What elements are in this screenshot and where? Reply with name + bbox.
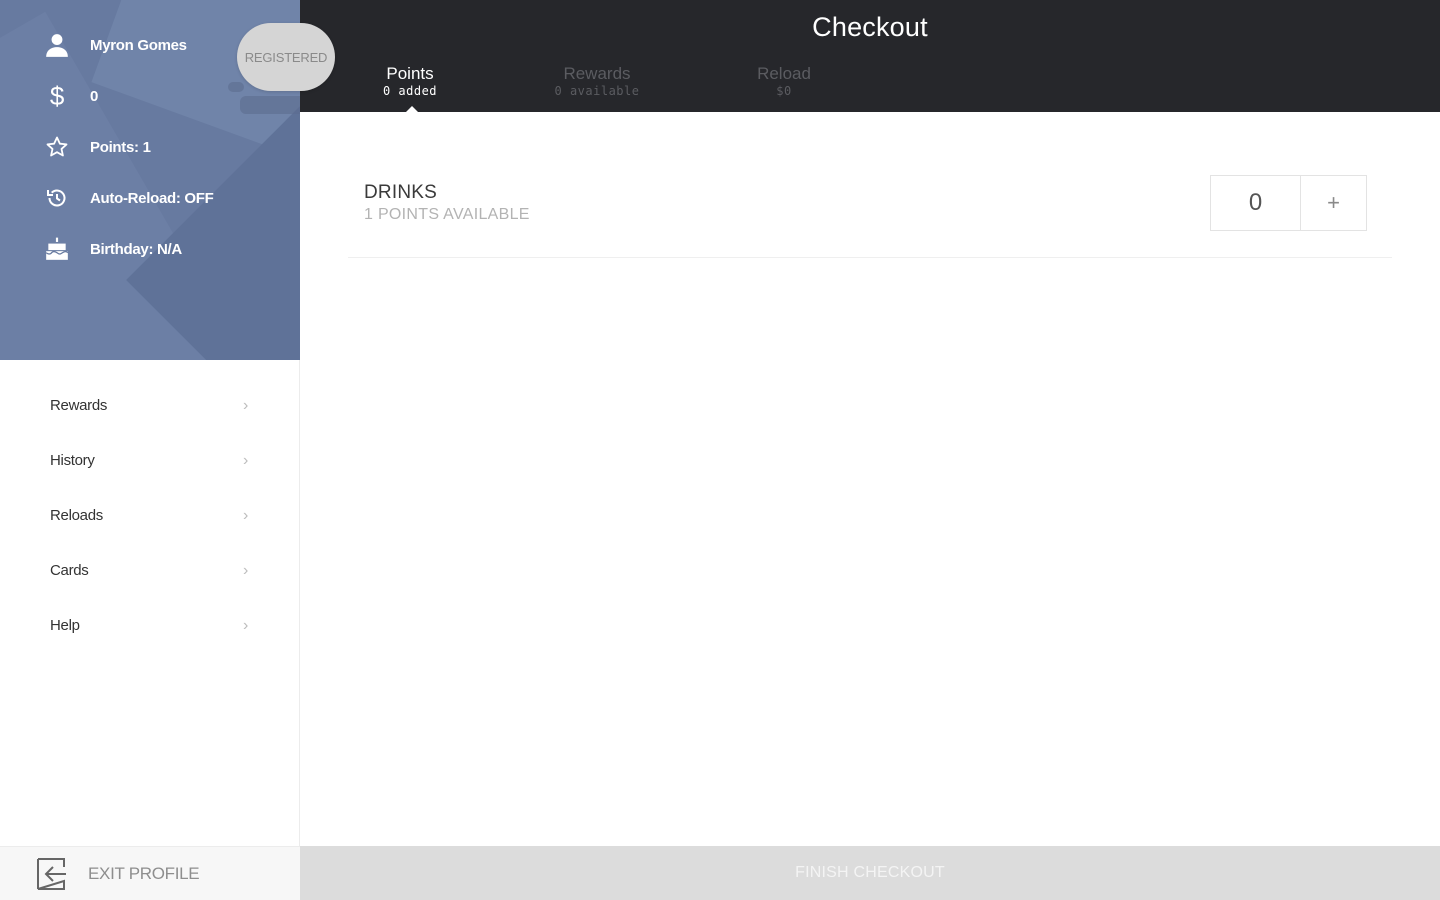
user-icon [42, 30, 72, 60]
profile-name: Myron Gomes [90, 36, 187, 54]
star-icon [42, 132, 72, 162]
chevron-right-icon: › [242, 396, 248, 414]
sidebar-item-label: Help [50, 617, 80, 634]
increment-button[interactable]: + [1301, 176, 1366, 230]
badge-decoration [228, 82, 244, 92]
tab-label: Reload [757, 64, 811, 83]
quantity-value: 0 [1211, 176, 1301, 230]
checkout-header: Checkout Points 0 added Rewards 0 availa… [300, 0, 1440, 112]
tab-label: Points [386, 64, 434, 83]
chevron-right-icon: › [242, 451, 248, 469]
chevron-right-icon: › [242, 616, 248, 634]
quantity-stepper: 0 + [1210, 175, 1367, 231]
tab-sublabel: 0 available [554, 84, 640, 98]
sidebar: Myron Gomes $ 0 Points: 1 Auto-Reload: O… [0, 0, 335, 900]
list-item: DRINKS 1 POINTS AVAILABLE 0 + [348, 172, 1392, 258]
profile-name-row: Myron Gomes [42, 30, 187, 60]
item-name: DRINKS [364, 182, 437, 203]
profile-balance: 0 [90, 87, 99, 105]
sidebar-item-label: Rewards [50, 397, 108, 414]
tab-points[interactable]: Points 0 added [340, 64, 480, 98]
profile-birthday: Birthday: N/A [90, 240, 182, 258]
badge-decoration [240, 96, 300, 114]
sidebar-item-help[interactable]: Help › [0, 598, 300, 653]
sidebar-item-history[interactable]: History › [0, 433, 300, 488]
chevron-right-icon: › [242, 561, 248, 579]
checkout-content: DRINKS 1 POINTS AVAILABLE 0 + [300, 112, 1440, 846]
tab-sublabel: $0 [776, 84, 792, 98]
cake-icon [42, 234, 72, 264]
profile-points: Points: 1 [90, 138, 151, 156]
registered-status-badge: REGISTERED [237, 23, 335, 91]
sidebar-item-label: Cards [50, 562, 89, 579]
profile-birthday-row: Birthday: N/A [42, 234, 182, 264]
exit-profile-button[interactable]: EXIT PROFILE [0, 846, 300, 900]
profile-balance-row: $ 0 [42, 81, 98, 111]
exit-profile-label: EXIT PROFILE [88, 863, 200, 883]
tab-reload[interactable]: Reload $0 [714, 64, 854, 98]
item-points-available: 1 POINTS AVAILABLE [364, 206, 530, 223]
tab-rewards[interactable]: Rewards 0 available [527, 64, 667, 98]
history-icon [42, 183, 72, 213]
sidebar-item-label: Reloads [50, 507, 103, 524]
sidebar-item-label: History [50, 452, 95, 469]
chevron-right-icon: › [242, 506, 248, 524]
exit-icon [32, 855, 70, 893]
sidebar-item-cards[interactable]: Cards › [0, 543, 300, 598]
profile-autoreload-row: Auto-Reload: OFF [42, 183, 214, 213]
sidebar-item-rewards[interactable]: Rewards › [0, 378, 300, 433]
sidebar-item-reloads[interactable]: Reloads › [0, 488, 300, 543]
profile-points-row: Points: 1 [42, 132, 151, 162]
sidebar-menu: Rewards › History › Reloads › Cards › He… [0, 378, 300, 653]
finish-checkout-button[interactable]: FINISH CHECKOUT [300, 846, 1440, 900]
tab-label: Rewards [563, 64, 631, 83]
page-title: Checkout [812, 12, 928, 42]
tab-sublabel: 0 added [382, 84, 438, 98]
dollar-icon: $ [49, 81, 65, 111]
profile-auto-reload: Auto-Reload: OFF [90, 189, 214, 207]
